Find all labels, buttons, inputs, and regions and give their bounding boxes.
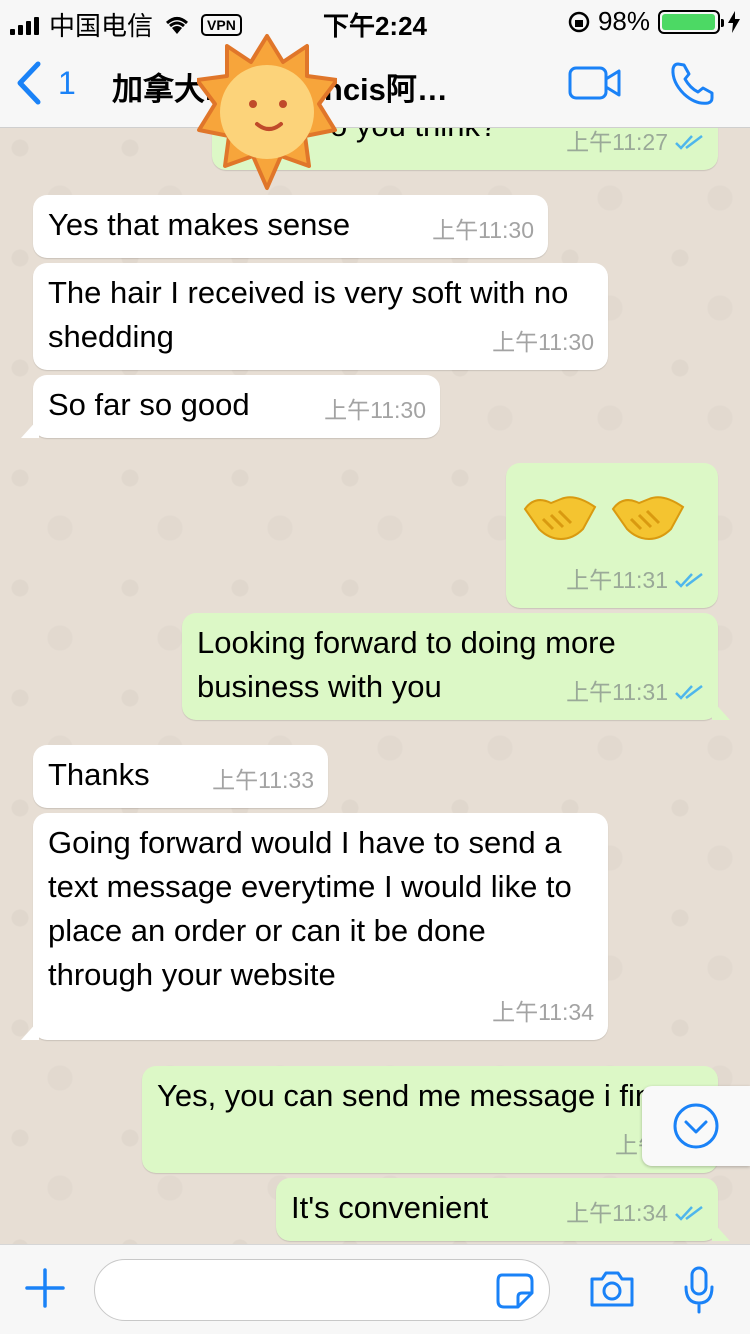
message-time: 上午11:33: [212, 767, 314, 793]
message-text: Yes that makes sense: [48, 207, 351, 242]
handshake-icon: [611, 496, 685, 541]
camera-icon[interactable]: [588, 1269, 636, 1309]
scroll-to-bottom-button[interactable]: [642, 1086, 750, 1166]
message-bubble-incoming[interactable]: Going forward would I have to send a tex…: [21, 813, 608, 1040]
message-bubble-outgoing[interactable]: Yes, you can send me message i fine 上午11…: [142, 1066, 718, 1173]
message-text: o you think?: [330, 128, 497, 148]
message-time: 上午11:31: [566, 567, 668, 593]
back-button[interactable]: 1: [14, 60, 76, 106]
message-text: It's convenient: [291, 1190, 489, 1225]
message-bubble-incoming[interactable]: So far so good 上午11:30: [21, 375, 440, 438]
battery-percent: 98%: [597, 6, 650, 36]
message-list[interactable]: o you think? 上午11:27 Yes that makes sens…: [0, 128, 750, 1244]
handshake-icon: [523, 496, 597, 541]
chevron-left-icon: [17, 61, 41, 105]
message-bubble-incoming[interactable]: The hair I received is very soft with no…: [33, 263, 608, 370]
phone-call-icon[interactable]: [668, 60, 716, 108]
charging-icon: [728, 10, 740, 33]
scroll-down-icon: [673, 1103, 719, 1149]
video-call-icon[interactable]: [568, 66, 622, 100]
message-text: Going forward would I have to send a tex…: [48, 825, 572, 992]
compose-bar: [0, 1244, 750, 1334]
microphone-icon[interactable]: [682, 1265, 716, 1315]
status-bar: 中国电信 VPN 下午2:24 98%: [0, 0, 750, 41]
message-bubble-outgoing[interactable]: Looking forward to doing more business w…: [182, 613, 730, 720]
message-time: 上午11:31: [566, 679, 668, 705]
chat-header: 1 加拿大Lisa Francis阿…: [0, 40, 750, 128]
message-time: 上午11:30: [492, 329, 594, 355]
battery-fill: [662, 13, 715, 30]
message-input[interactable]: [94, 1259, 550, 1321]
read-receipt-icon: [675, 1206, 703, 1221]
message-text: Thanks: [48, 757, 150, 792]
message-time: 上午11:30: [324, 397, 426, 423]
read-receipt-icon: [675, 135, 703, 150]
plus-icon[interactable]: [24, 1267, 66, 1309]
handshake-emoji-pair: [521, 471, 704, 545]
message-time: 上午11:30: [432, 217, 534, 243]
message-bubble-outgoing[interactable]: 上午11:31: [506, 463, 718, 608]
message-bubble-incoming[interactable]: Thanks 上午11:33: [33, 745, 328, 808]
message-text: The hair I received is very soft with no…: [48, 275, 569, 354]
read-receipt-icon: [675, 573, 703, 588]
read-receipt-icon: [675, 685, 703, 700]
message-text: So far so good: [48, 387, 250, 422]
rotation-lock-icon: [568, 11, 590, 32]
message-text: Yes, you can send me message i fine: [157, 1078, 670, 1113]
message-time: 上午11:34: [492, 999, 594, 1025]
sticker-icon[interactable]: [496, 1273, 536, 1309]
unread-count: 1: [58, 64, 76, 101]
sun-sticker: [197, 34, 337, 190]
message-time: 上午11:27: [566, 129, 668, 155]
message-time: 上午11:34: [566, 1200, 668, 1226]
message-bubble-incoming[interactable]: Yes that makes sense 上午11:30: [33, 195, 548, 258]
message-text: Looking forward to doing more business w…: [197, 625, 616, 704]
message-bubble-outgoing[interactable]: It's convenient 上午11:34: [276, 1178, 730, 1241]
battery-icon: [658, 9, 724, 34]
